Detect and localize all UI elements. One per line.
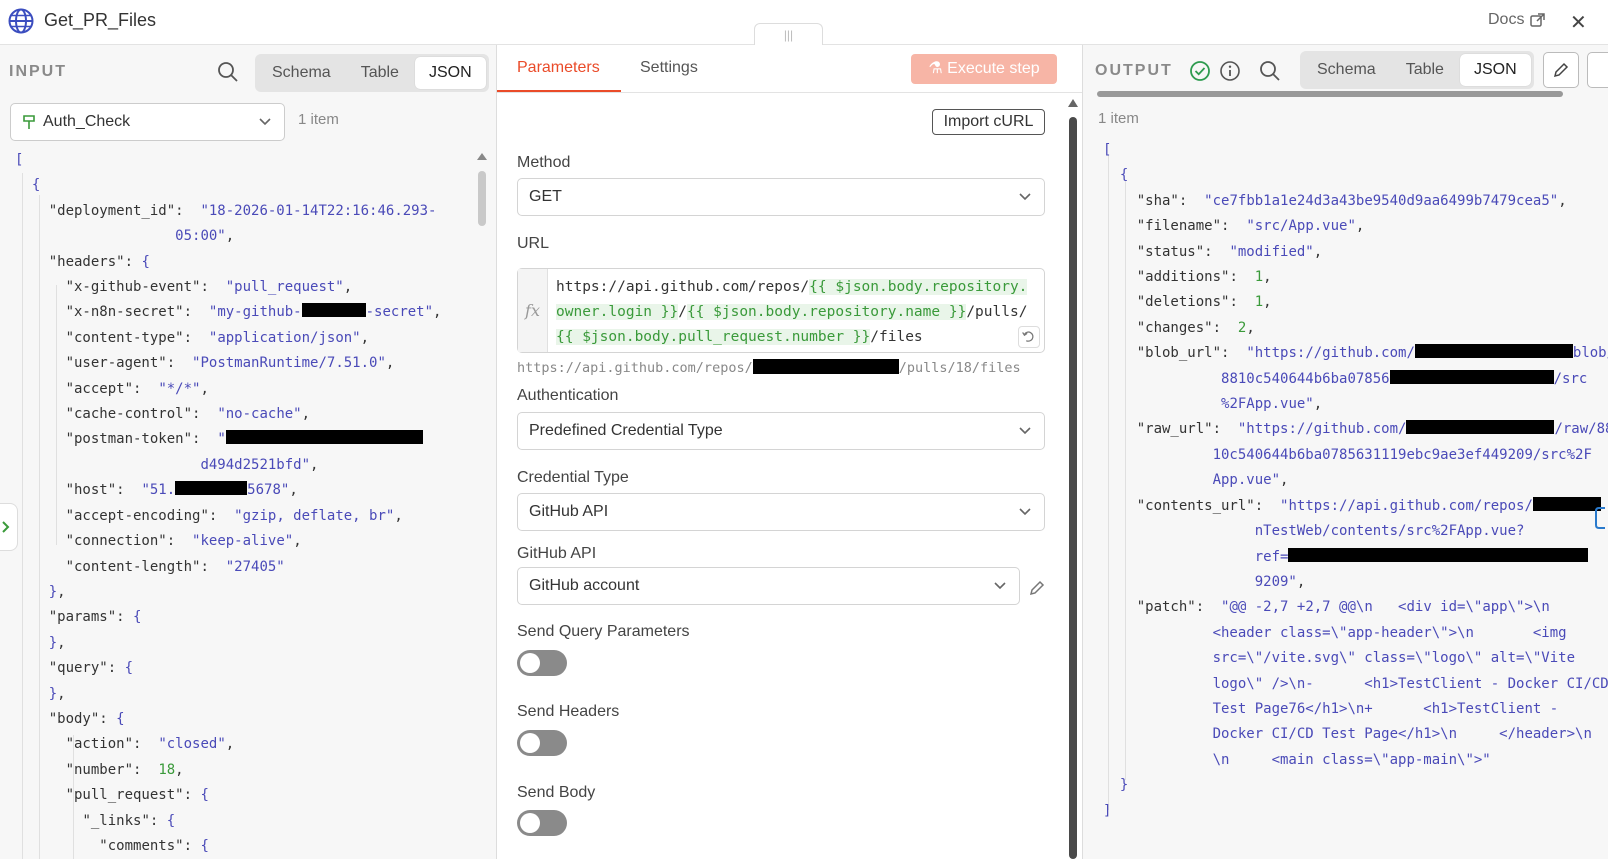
output-view-switcher: Schema Table JSON (1300, 51, 1534, 89)
import-curl-button[interactable]: Import cURL (932, 109, 1045, 135)
search-icon[interactable] (1259, 60, 1281, 82)
send-headers-toggle[interactable] (517, 730, 567, 756)
params-tabs: Parameters Settings ⚗ Execute step (497, 45, 1082, 93)
chevron-down-icon (1019, 193, 1031, 201)
input-view-switcher: Schema Table JSON (255, 54, 489, 92)
github-account-value: GitHub account (529, 577, 640, 594)
redacted-block (752, 359, 899, 374)
close-icon[interactable]: ✕ (1570, 10, 1587, 35)
docs-label: Docs (1488, 11, 1525, 28)
active-tab-indicator (497, 90, 621, 92)
credential-type-label: Credential Type (517, 469, 629, 486)
execute-step-label: Execute step (947, 60, 1040, 77)
chevron-down-icon (259, 118, 271, 126)
url-expression: {{ $json.body.pull_request.number }} (556, 329, 871, 345)
chevron-down-icon (1019, 427, 1031, 435)
url-preview-end: /pulls/18/files (898, 360, 1021, 376)
expand-editor-icon[interactable] (1018, 326, 1040, 348)
send-query-label: Send Query Parameters (517, 623, 690, 640)
parameters-panel: Parameters Settings ⚗ Execute step Impor… (497, 45, 1082, 859)
expression-fx-icon: fx (518, 269, 548, 352)
send-query-toggle[interactable] (517, 650, 567, 676)
authentication-value: Predefined Credential Type (529, 422, 723, 439)
success-check-icon (1190, 61, 1210, 81)
url-label: URL (517, 235, 550, 252)
edit-output-button[interactable] (1543, 52, 1579, 88)
drag-handle[interactable]: ||| (754, 23, 823, 45)
tab-parameters[interactable]: Parameters (517, 59, 600, 77)
url-preview-start: https://api.github.com/repos/ (517, 360, 753, 376)
url-text: /pulls/ (966, 304, 1028, 320)
input-panel: INPUT Schema Table JSON Auth_Check 1 ite… (0, 45, 497, 859)
output-item-count: 1 item (1098, 110, 1139, 127)
pencil-icon[interactable] (1028, 579, 1046, 597)
input-node-name: Auth_Check (43, 113, 131, 130)
external-link-icon (1530, 12, 1546, 27)
output-tab-table[interactable]: Table (1392, 54, 1458, 86)
authentication-select[interactable]: Predefined Credential Type (517, 412, 1045, 450)
chevron-right-icon (2, 521, 10, 533)
input-tab-table[interactable]: Table (347, 57, 413, 89)
input-json-viewer: [ { "deployment_id": "18-2026-01-14T22:1… (15, 152, 442, 854)
collapse-handle[interactable] (0, 503, 18, 551)
scroll-up-arrow[interactable] (477, 153, 487, 160)
send-body-label: Send Body (517, 784, 596, 801)
send-headers-label: Send Headers (517, 703, 620, 720)
input-tab-schema[interactable]: Schema (258, 57, 345, 89)
info-icon[interactable] (1219, 60, 1241, 82)
globe-icon (8, 8, 34, 34)
input-scrollbar[interactable] (478, 171, 486, 226)
credential-type-value: GitHub API (529, 503, 609, 520)
docs-link[interactable]: Docs (1488, 11, 1546, 29)
method-value: GET (529, 188, 562, 205)
output-tab-json[interactable]: JSON (1459, 54, 1531, 86)
url-text: / (678, 304, 687, 320)
output-panel: OUTPUT Schema Table JSON 1 item [ { "sha… (1082, 45, 1608, 859)
input-item-count: 1 item (298, 111, 339, 128)
url-expression: {{ $json.body.repository.name }} (686, 304, 967, 320)
output-json-viewer: [ { "sha": "ce7fbb1a1e24d3a43be9540d9aa6… (1103, 142, 1608, 819)
input-node-select[interactable]: Auth_Check (10, 103, 285, 141)
pin-data-button[interactable] (1587, 52, 1608, 88)
output-hscrollbar[interactable] (1097, 91, 1563, 97)
url-expression: owner.login }} (556, 304, 679, 320)
url-text: /files (870, 329, 923, 345)
send-body-toggle[interactable] (517, 810, 567, 836)
url-input[interactable]: fx https://api.github.com/repos/{{ $json… (517, 268, 1045, 353)
params-scrollbar[interactable] (1069, 117, 1077, 859)
method-select[interactable]: GET (517, 178, 1045, 216)
search-icon[interactable] (217, 61, 239, 83)
chevron-down-icon (1019, 508, 1031, 516)
node-title[interactable]: Get_PR_Files (44, 10, 156, 31)
scroll-up-arrow[interactable] (1068, 99, 1078, 107)
url-text: https://api.github.com/repos/ (556, 279, 810, 295)
github-api-label: GitHub API (517, 545, 597, 562)
github-account-select[interactable]: GitHub account (517, 567, 1020, 605)
authentication-label: Authentication (517, 387, 619, 404)
input-tab-json[interactable]: JSON (414, 57, 486, 89)
output-tab-schema[interactable]: Schema (1303, 54, 1390, 86)
output-label: OUTPUT (1095, 62, 1173, 79)
flask-icon: ⚗ (928, 60, 943, 77)
execute-step-button[interactable]: ⚗ Execute step (911, 54, 1057, 84)
input-label: INPUT (9, 63, 67, 80)
node-icon (23, 115, 35, 129)
method-label: Method (517, 154, 571, 171)
link-node-icon[interactable] (1593, 505, 1608, 531)
pencil-icon (1553, 62, 1569, 78)
credential-type-select[interactable]: GitHub API (517, 493, 1045, 531)
tab-settings[interactable]: Settings (640, 59, 698, 77)
chevron-down-icon (994, 582, 1006, 590)
url-preview: https://api.github.com/repos/ /pulls/18/f… (517, 359, 1021, 376)
url-expression: {{ $json.body.repository. (809, 279, 1028, 295)
